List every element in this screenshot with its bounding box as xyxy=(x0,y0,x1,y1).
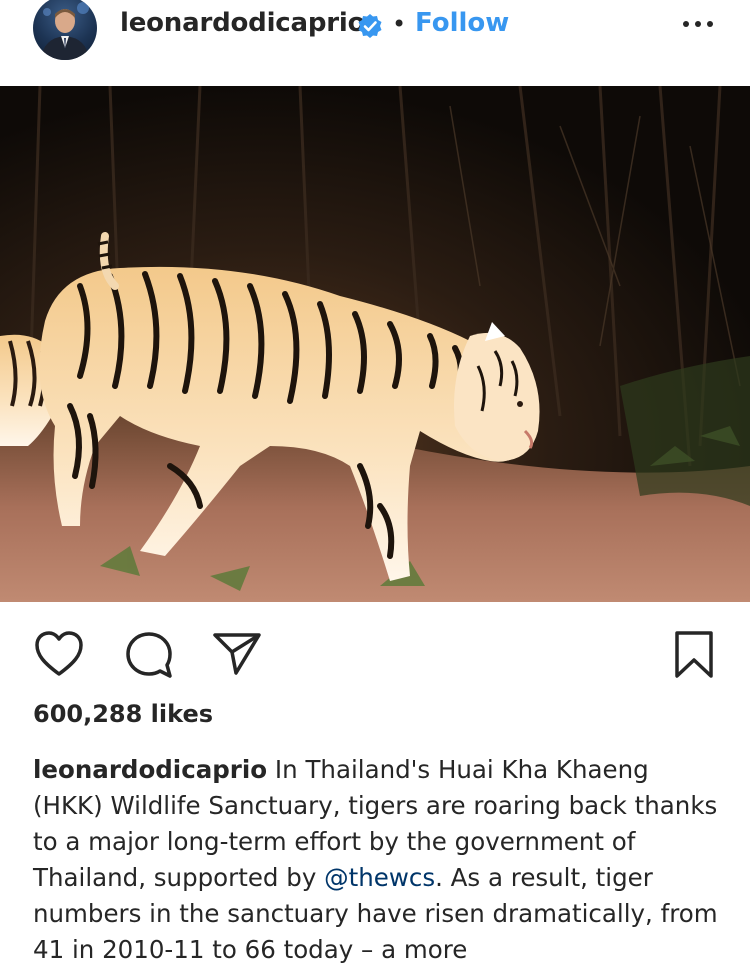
caption-mention-link[interactable]: @thewcs xyxy=(324,863,435,892)
more-options-icon[interactable] xyxy=(680,12,716,36)
action-bar xyxy=(0,602,750,702)
comment-icon[interactable] xyxy=(124,630,174,680)
follow-button[interactable]: Follow xyxy=(415,8,509,38)
separator-dot: • xyxy=(392,10,407,38)
post-caption: leonardodicaprio In Thailand's Huai Kha … xyxy=(33,752,723,968)
share-icon[interactable] xyxy=(212,632,262,676)
verified-badge-icon xyxy=(358,14,382,38)
bookmark-icon[interactable] xyxy=(673,630,715,680)
likes-count[interactable]: 600,288 likes xyxy=(33,700,213,728)
post-header: leonardodicaprio • Follow xyxy=(0,0,750,86)
heart-icon[interactable] xyxy=(34,630,84,678)
avatar[interactable] xyxy=(33,0,97,60)
post-image[interactable] xyxy=(0,86,750,602)
caption-username[interactable]: leonardodicaprio xyxy=(33,755,267,784)
username[interactable]: leonardodicaprio xyxy=(120,8,365,38)
instagram-post: leonardodicaprio • Follow 600,288 likes … xyxy=(0,0,750,969)
